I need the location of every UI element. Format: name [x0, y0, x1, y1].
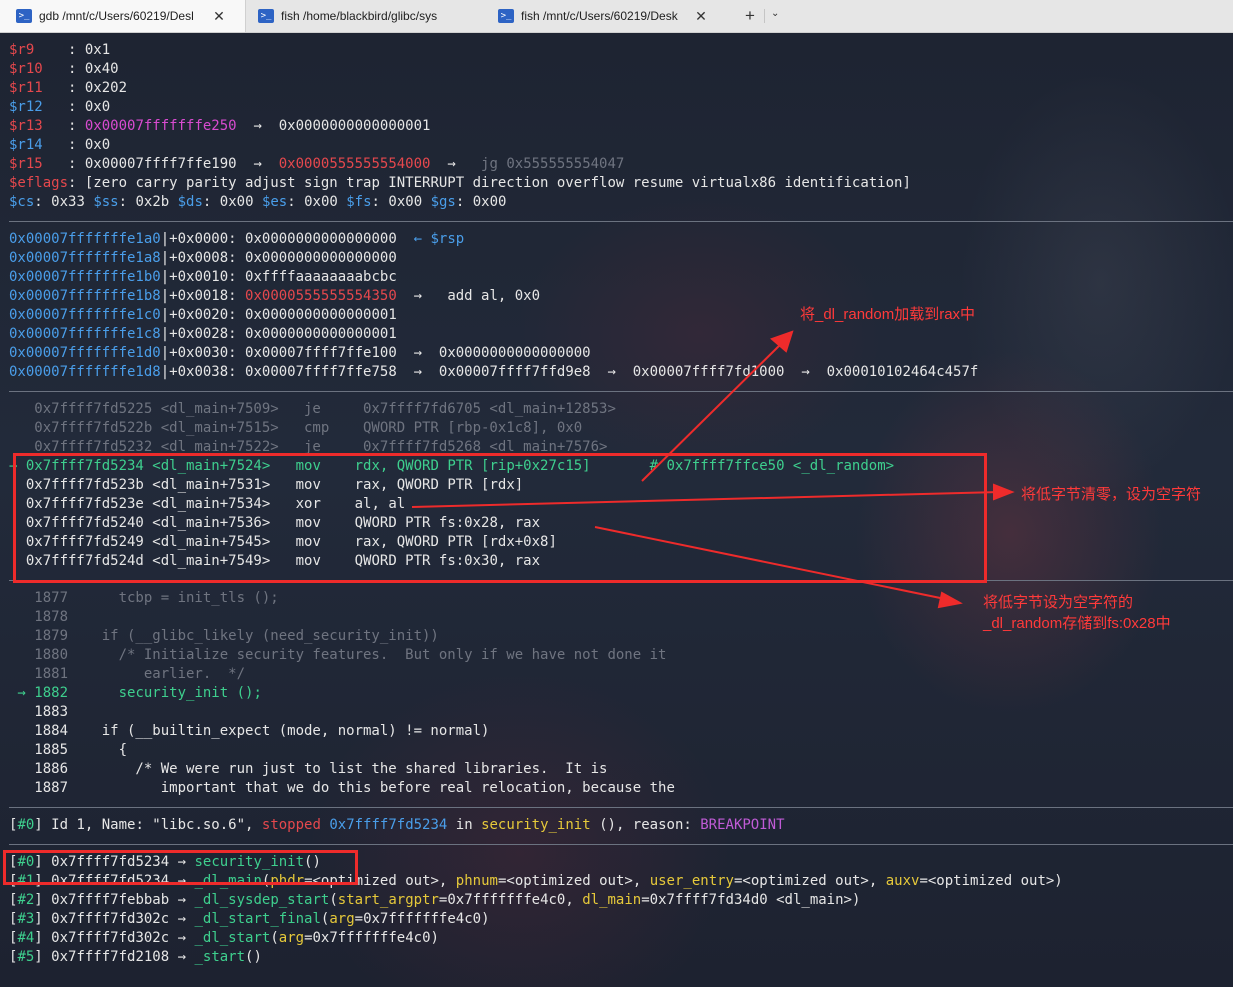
chevron-down-icon[interactable]: ⌄ — [771, 8, 779, 19]
arrow-to-note3 — [594, 526, 951, 601]
annotation-note-3b: _dl_random存储到fs:0x28中 — [983, 615, 1171, 632]
tab-fish-desk[interactable]: >_ fish /mnt/c/Users/60219/Desk ✕ — [498, 0, 728, 32]
tab-bar: >_ gdb /mnt/c/Users/60219/Desl ✕ >_ fish… — [0, 0, 1233, 33]
annotation-note-1: 将_dl_random加载到rax中 — [800, 306, 976, 323]
tab-gdb[interactable]: >_ gdb /mnt/c/Users/60219/Desl ✕ — [0, 0, 246, 32]
arrow-to-note2 — [411, 491, 1001, 508]
terminal-output[interactable]: $r9 : 0x1 $r10 : 0x40 $r11 : 0x202 $r12 : 0… — [0, 33, 1233, 987]
tab-divider — [764, 9, 765, 23]
terminal-icon: >_ — [16, 9, 32, 23]
tab-fish-glibc[interactable]: >_ fish /home/blackbird/glibc/sys — [258, 0, 488, 32]
close-icon[interactable]: ✕ — [212, 8, 226, 25]
close-icon[interactable]: ✕ — [694, 8, 708, 25]
arrow-head — [993, 483, 1015, 501]
annotation-note-2: 将低字节清零，设为空字符 — [1021, 486, 1202, 503]
terminal-icon: >_ — [498, 9, 514, 23]
arrow-to-note1 — [641, 339, 786, 482]
annotation-arrows — [411, 330, 1015, 609]
tab-title: fish /home/blackbird/glibc/sys — [281, 9, 438, 23]
arrow-head — [770, 330, 794, 353]
annotation-note-3a: 将低字节设为空字符的 — [983, 594, 1134, 611]
new-tab-button[interactable]: + — [740, 6, 760, 26]
terminal-icon: >_ — [258, 9, 274, 23]
tab-title: gdb /mnt/c/Users/60219/Desl — [39, 9, 194, 23]
tab-title: fish /mnt/c/Users/60219/Desk — [521, 9, 678, 23]
arrow-head — [937, 591, 963, 609]
